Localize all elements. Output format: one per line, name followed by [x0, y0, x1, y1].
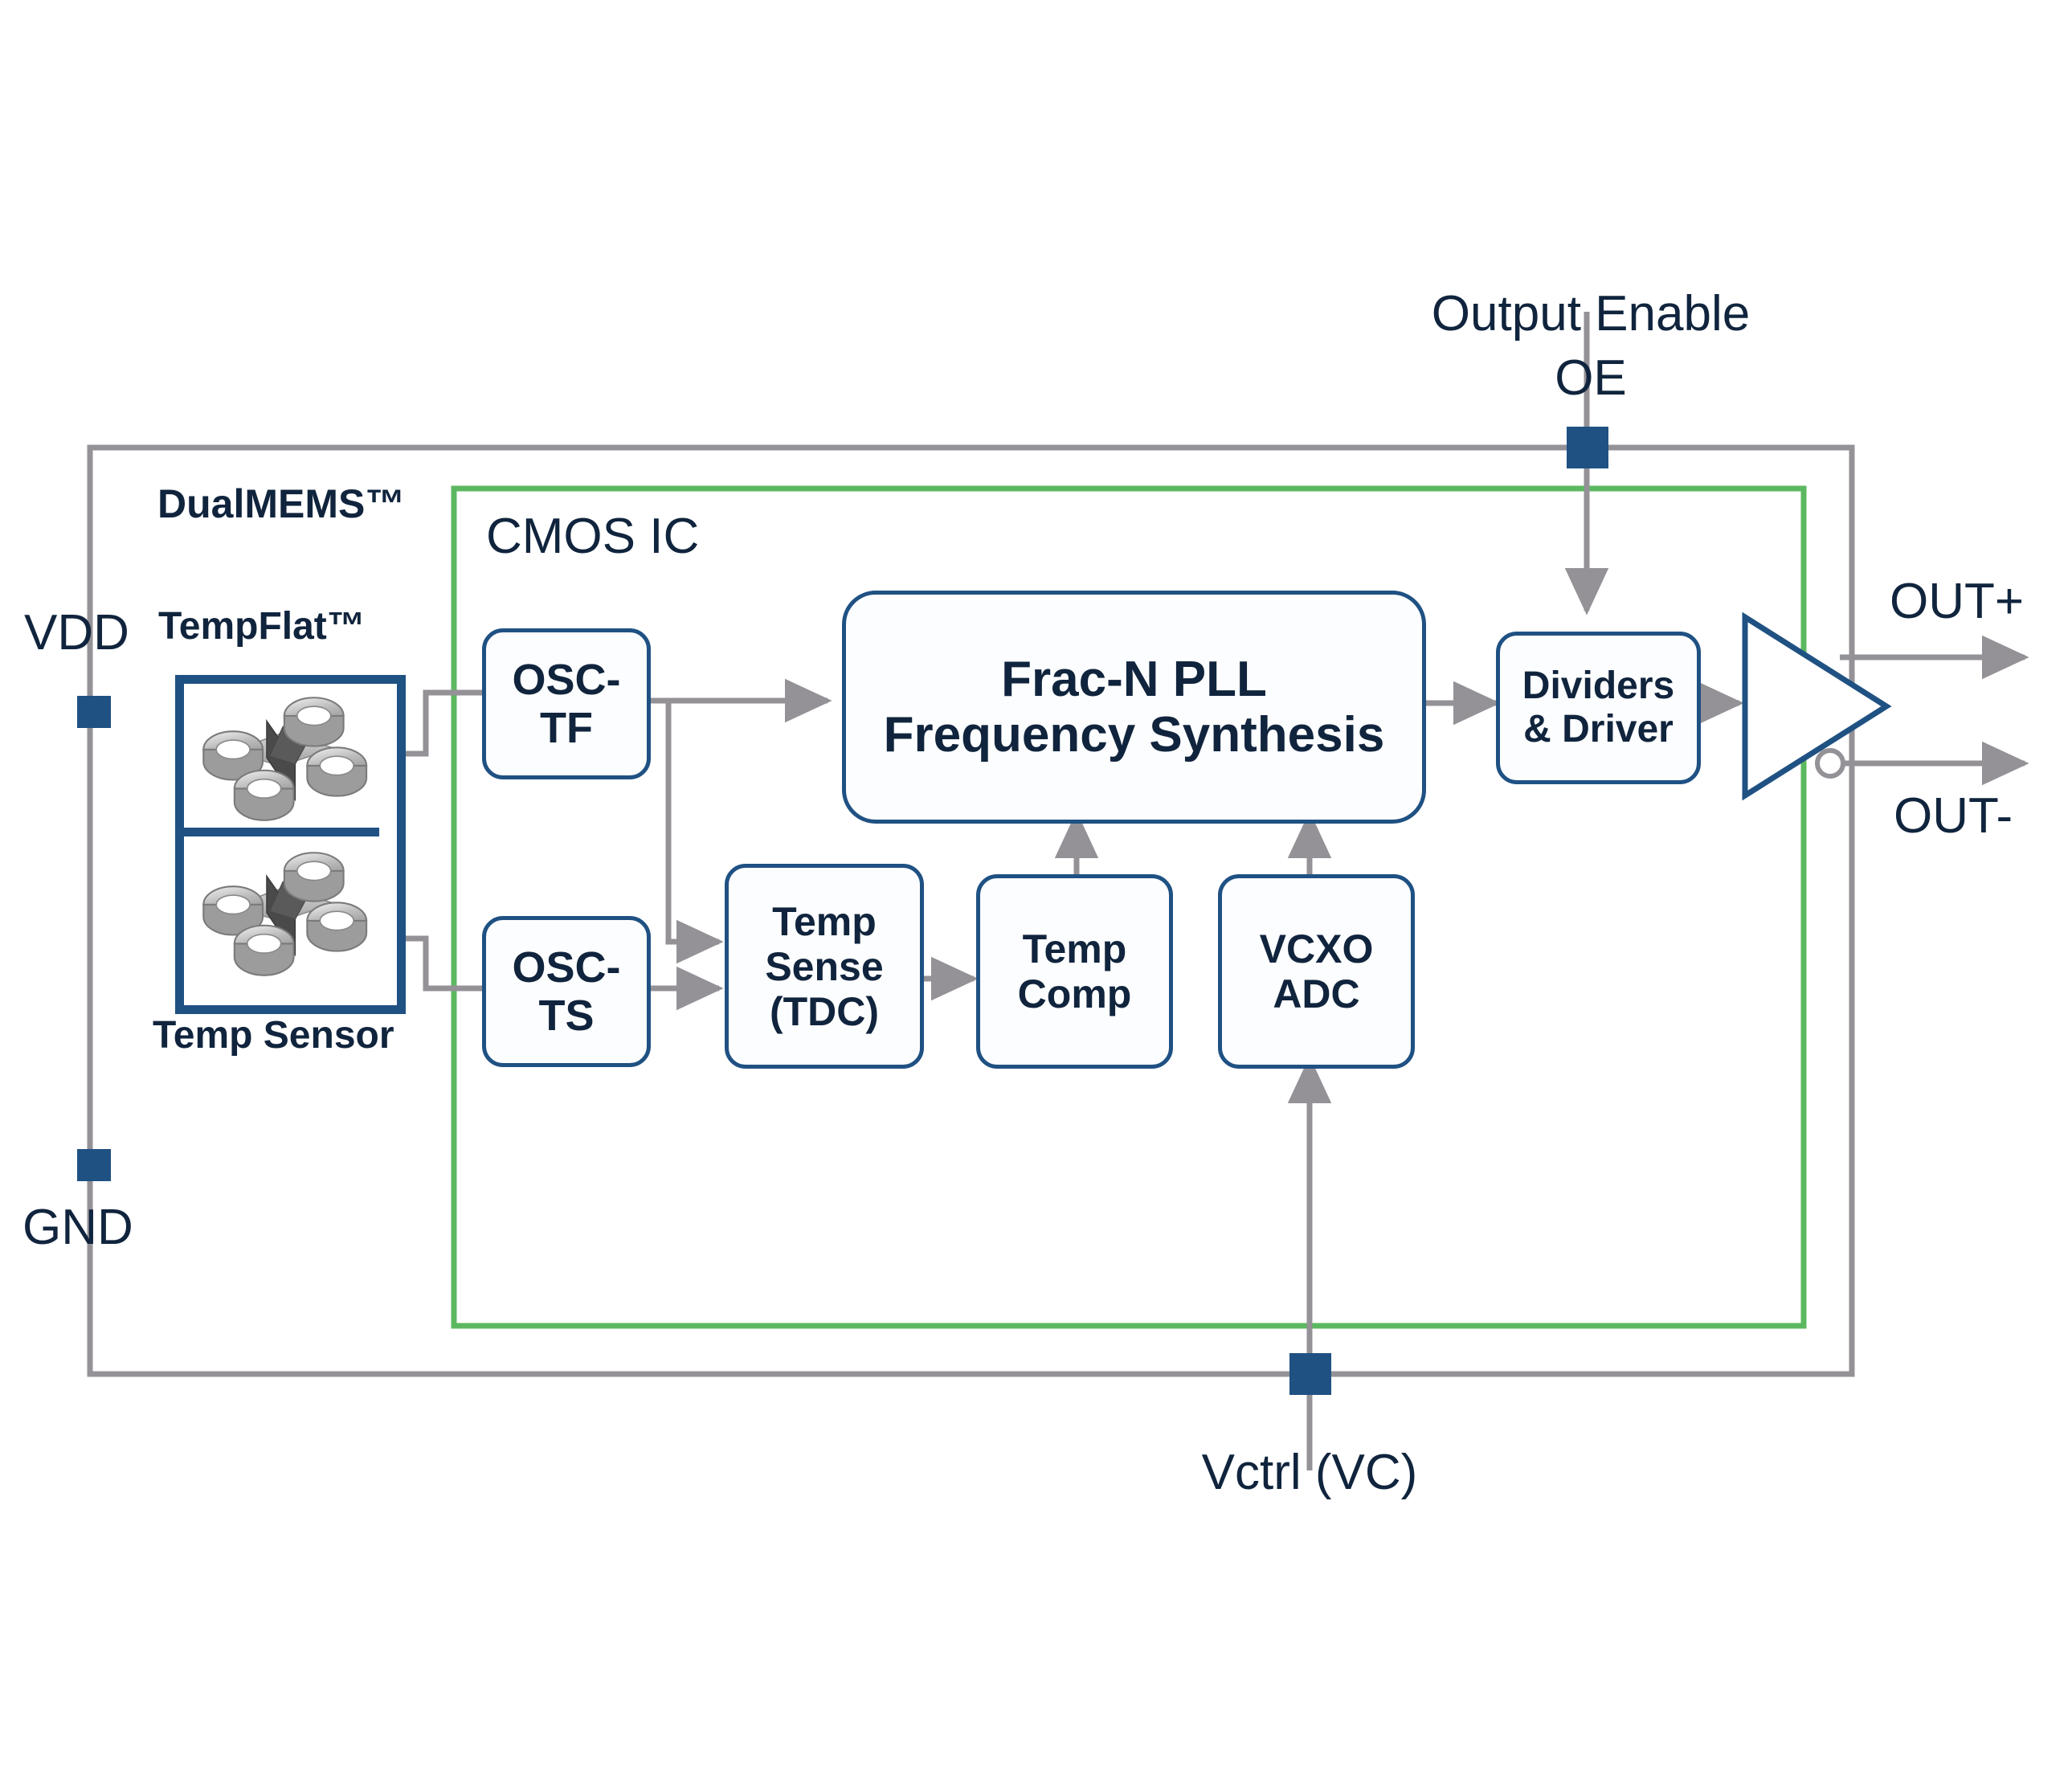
mems-resonator-icon-bottom — [191, 841, 372, 983]
pin-square-vdd — [77, 696, 111, 728]
mems-resonator-icon-top — [191, 686, 372, 828]
block-frac-n-pll[interactable]: Frac-N PLL Frequency Synthesis — [842, 591, 1426, 824]
wire-osc-tf-to-temp-sense — [665, 701, 724, 964]
block-osc-ts-line1: OSC- — [512, 943, 621, 992]
block-vcxo-adc-line1: VCXO — [1259, 926, 1374, 971]
pin-square-oe — [1567, 427, 1608, 468]
block-osc-tf-line2: TF — [540, 704, 593, 752]
pin-square-gnd — [77, 1149, 111, 1181]
label-out-plus: OUT+ — [1890, 574, 2025, 629]
block-temp-sense-line3: (TDC) — [769, 988, 880, 1034]
block-temp-sense-line2: Sense — [765, 943, 884, 989]
block-temp-comp-line2: Comp — [1017, 971, 1132, 1016]
label-temp-sensor: Temp Sensor — [153, 1014, 394, 1057]
block-osc-ts-line2: TS — [538, 992, 595, 1040]
block-vcxo-adc-line2: ADC — [1273, 971, 1360, 1016]
output-buffer-icon — [1742, 611, 1892, 801]
label-out-minus: OUT- — [1894, 788, 2013, 844]
label-dualmems: DualMEMS™ — [157, 481, 406, 526]
block-pll-line2: Frequency Synthesis — [883, 707, 1385, 763]
label-vctrl: Vctrl (VC) — [1201, 1445, 1418, 1500]
block-diagram-canvas: OSC- TF OSC- TS Frac-N PLL Frequency Syn… — [0, 0, 2072, 1779]
block-temp-comp[interactable]: Temp Comp — [976, 874, 1173, 1069]
block-dividers-and-driver[interactable]: Dividers & Driver — [1496, 632, 1701, 784]
block-vcxo-adc[interactable]: VCXO ADC — [1218, 874, 1415, 1069]
label-cmos-ic: CMOS IC — [486, 509, 700, 564]
pin-square-vctrl — [1289, 1353, 1331, 1395]
block-dividers-line2: & Driver — [1523, 708, 1674, 750]
label-output-enable: Output Enable — [1431, 286, 1751, 341]
block-dividers-line1: Dividers — [1522, 665, 1675, 708]
block-temp-sense-tdc[interactable]: Temp Sense (TDC) — [725, 864, 924, 1069]
block-temp-comp-line1: Temp — [1022, 926, 1127, 971]
block-pll-line1: Frac-N PLL — [1001, 651, 1267, 707]
label-gnd: GND — [22, 1200, 133, 1255]
label-tempflat: TempFlat™ — [158, 605, 366, 648]
label-oe: OE — [1555, 350, 1627, 406]
block-osc-tf[interactable]: OSC- TF — [482, 628, 651, 779]
mems-cell-tempsensor — [184, 836, 379, 988]
label-vdd: VDD — [24, 605, 129, 660]
block-temp-sense-line1: Temp — [772, 898, 877, 944]
block-osc-tf-line1: OSC- — [512, 655, 621, 704]
mems-cell-tempflat — [184, 684, 379, 836]
dualmems-resonator-stack — [175, 675, 406, 1014]
block-osc-ts[interactable]: OSC- TS — [482, 916, 651, 1067]
